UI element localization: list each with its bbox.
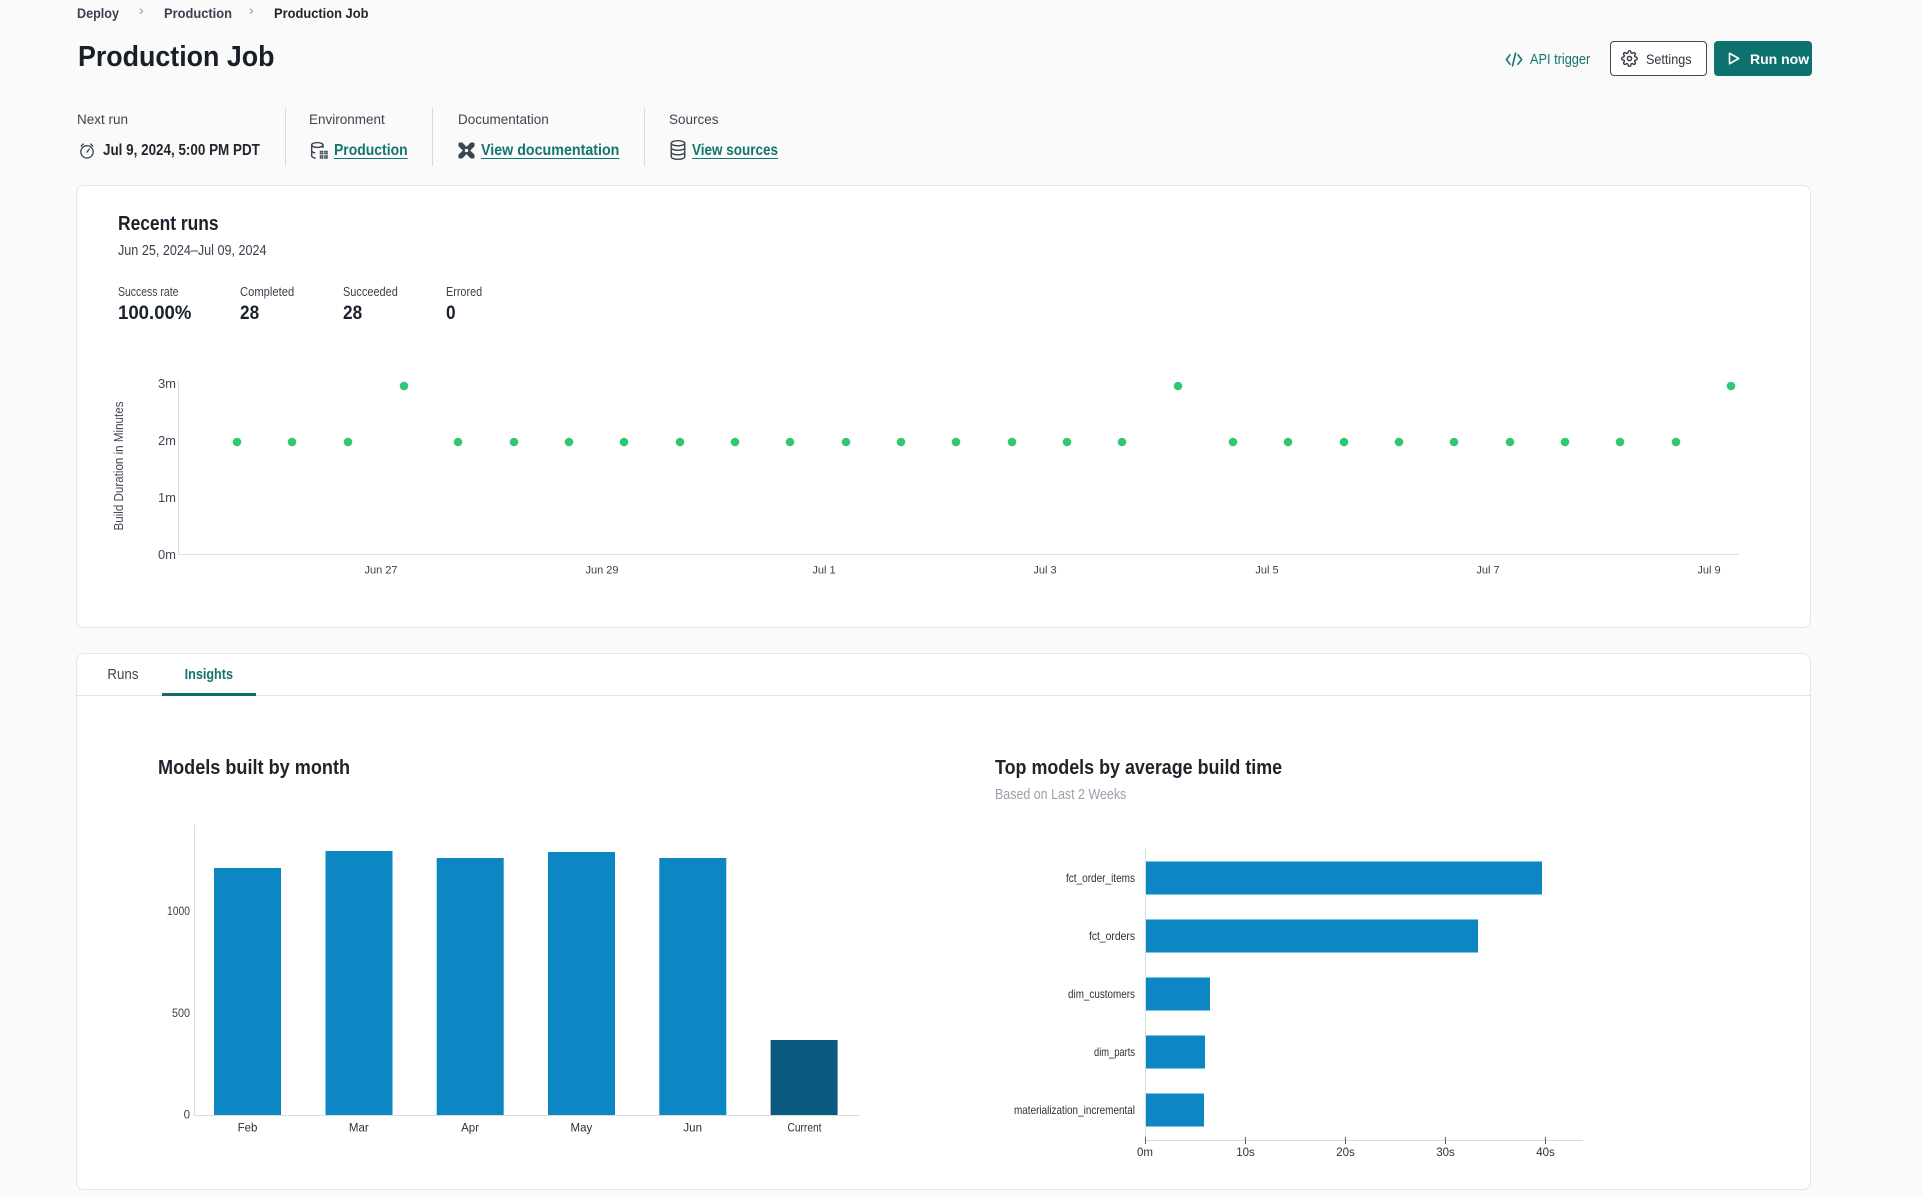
svg-text:dim_customers: dim_customers <box>1068 987 1135 1001</box>
svg-text:Current: Current <box>788 1123 823 1135</box>
svg-text:materialization_incremental: materialization_incremental <box>1014 1103 1135 1117</box>
svg-text:10s: 10s <box>1236 1147 1255 1159</box>
svg-text:Jun 29: Jun 29 <box>585 565 618 577</box>
svg-text:1m: 1m <box>158 490 176 505</box>
svg-text:dim_parts: dim_parts <box>1094 1045 1135 1059</box>
svg-text:20s: 20s <box>1336 1147 1355 1159</box>
svg-text:Jun: Jun <box>683 1123 702 1135</box>
svg-text:2m: 2m <box>158 433 176 448</box>
svg-text:30s: 30s <box>1436 1147 1455 1159</box>
svg-text:Jun 27: Jun 27 <box>364 565 397 577</box>
svg-text:40s: 40s <box>1536 1147 1555 1159</box>
svg-text:Jul 7: Jul 7 <box>1476 565 1499 577</box>
svg-text:Apr: Apr <box>461 1123 479 1135</box>
svg-text:0: 0 <box>184 1110 190 1122</box>
svg-text:Mar: Mar <box>349 1123 369 1135</box>
svg-text:fct_order_items: fct_order_items <box>1066 871 1135 885</box>
svg-text:0m: 0m <box>1137 1147 1153 1159</box>
svg-text:Jul 3: Jul 3 <box>1033 565 1056 577</box>
svg-text:Jul 5: Jul 5 <box>1255 565 1278 577</box>
svg-text:Jul 1: Jul 1 <box>812 565 835 577</box>
svg-text:Build Duration in Minutes: Build Duration in Minutes <box>112 402 126 531</box>
svg-text:0m: 0m <box>158 547 176 562</box>
svg-text:Feb: Feb <box>238 1123 258 1135</box>
svg-text:500: 500 <box>172 1008 190 1020</box>
svg-text:Jul 9: Jul 9 <box>1697 565 1720 577</box>
svg-text:May: May <box>571 1123 593 1135</box>
svg-text:fct_orders: fct_orders <box>1089 929 1135 943</box>
svg-text:1000: 1000 <box>167 906 190 918</box>
svg-text:3m: 3m <box>158 376 176 391</box>
